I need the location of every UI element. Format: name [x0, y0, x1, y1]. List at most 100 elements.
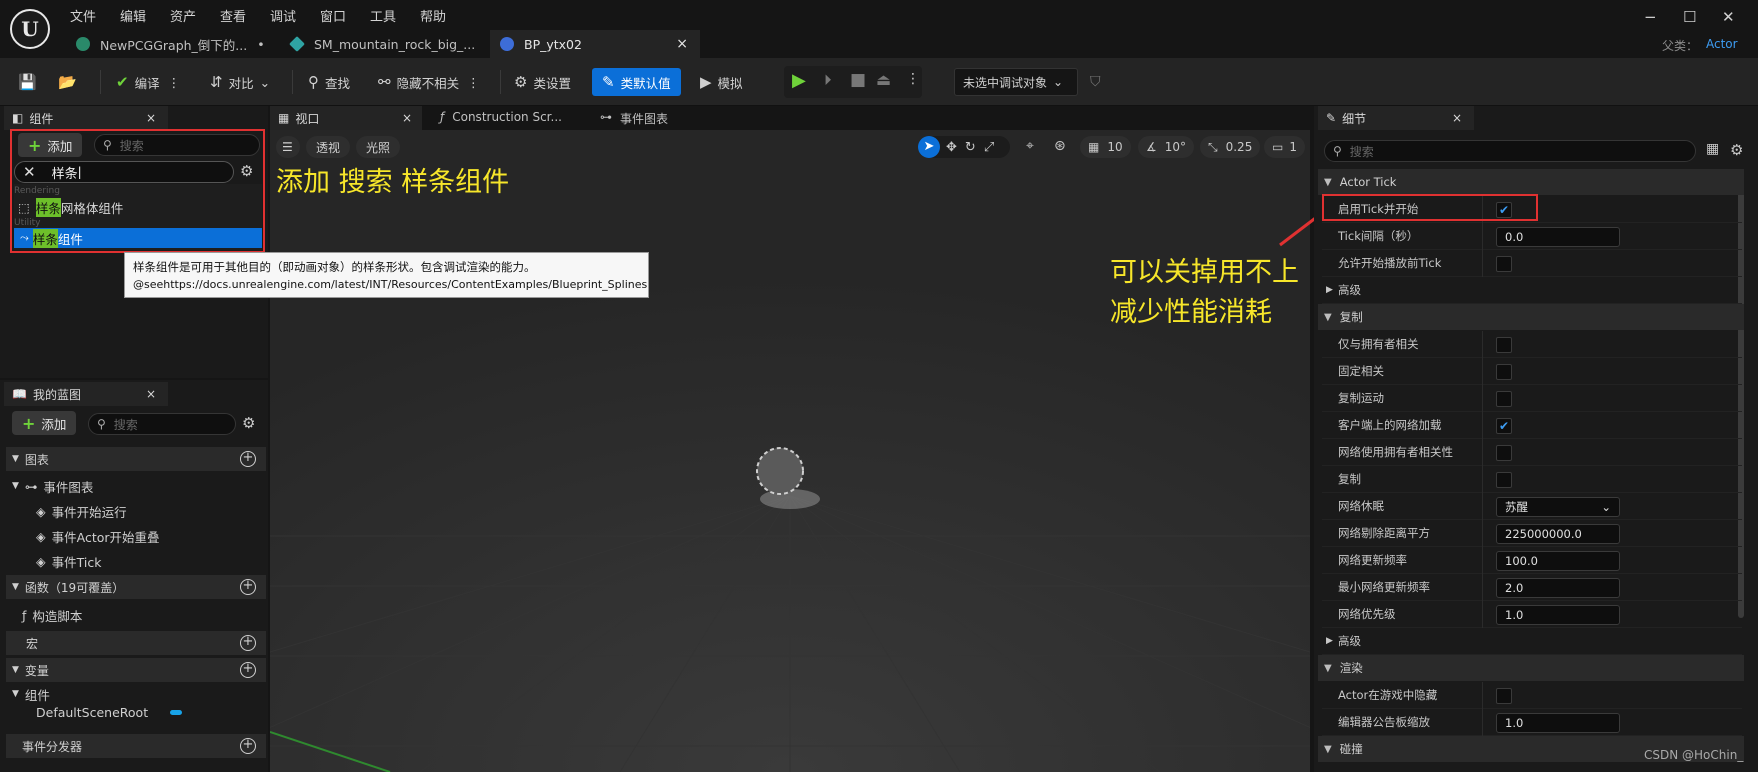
add-variable-icon[interactable]: + [240, 662, 256, 678]
tab-viewport[interactable]: ▦ 视口 × [270, 106, 422, 130]
category-actor-tick[interactable]: ▼ Actor Tick [1318, 169, 1744, 195]
play-options-icon[interactable]: ⋮ [906, 71, 920, 87]
my-blueprint-tab[interactable]: 📖 我的蓝图 × [4, 382, 168, 406]
unreal-logo-icon[interactable]: U [10, 9, 50, 49]
gear-icon[interactable]: ⚙ [1730, 141, 1743, 159]
default-scene-root-variable[interactable]: DefaultSceneRoot [36, 702, 296, 722]
event-dispatchers-category[interactable]: 事件分发器 + [6, 734, 266, 758]
advance-frame-icon[interactable]: ⏵ [824, 71, 832, 89]
my-blueprint-search[interactable]: ⚲ 搜索 [88, 413, 236, 435]
checkbox[interactable] [1496, 391, 1512, 407]
eject-icon[interactable]: ⏏ [876, 70, 891, 89]
find-button[interactable]: ⚲ 查找 [308, 68, 350, 96]
debug-target-dropdown[interactable]: 未选中调试对象 ⌄ [954, 68, 1078, 96]
close-panel-icon[interactable]: × [146, 111, 156, 125]
surface-snap-icon[interactable]: ⊛ [1054, 138, 1066, 154]
lit-button[interactable]: 光照 [356, 136, 401, 158]
advanced-toggle-2[interactable]: ▶ 高级 [1322, 628, 1742, 655]
event-graph-item[interactable]: ▼ ⊶ 事件图表 [6, 474, 266, 498]
variables-category[interactable]: ▼ 变量 + [6, 658, 266, 682]
compile-button[interactable]: ✔ 编译 ⋮ [116, 68, 180, 96]
macros-category[interactable]: 宏 + [6, 631, 266, 655]
grid-snap-button[interactable]: ▦ 10 [1080, 136, 1131, 158]
checkbox[interactable] [1496, 256, 1512, 272]
menu-debug[interactable]: 调试 [270, 6, 320, 25]
class-defaults-button[interactable]: ✎ 类默认值 [592, 68, 681, 96]
menu-window[interactable]: 窗口 [320, 6, 370, 25]
parent-class-link[interactable]: Actor [1706, 37, 1738, 51]
add-graph-icon[interactable]: + [240, 451, 256, 467]
checkbox[interactable] [1496, 445, 1512, 461]
minimize-button[interactable]: − [1644, 8, 1657, 26]
number-input[interactable]: 225000000.0 [1496, 524, 1620, 544]
dormancy-dropdown[interactable]: 苏醒 ⌄ [1496, 497, 1620, 517]
advanced-toggle[interactable]: ▶ 高级 [1322, 277, 1742, 304]
menu-asset[interactable]: 资产 [170, 6, 220, 25]
functions-category[interactable]: ▼ 函数（19可覆盖） + [6, 575, 266, 599]
hide-unrelated-button[interactable]: ⚯ 隐藏不相关 ⋮ [378, 68, 480, 96]
menu-view[interactable]: 查看 [220, 6, 270, 25]
category-rendering[interactable]: ▼ 渲染 [1318, 655, 1744, 681]
checkbox[interactable] [1496, 472, 1512, 488]
event-actor-begin-overlap[interactable]: ◈ 事件Actor开始重叠 [36, 524, 296, 548]
tab-construction-script[interactable]: ƒ Construction Scr... [440, 110, 562, 124]
debug-filter-icon[interactable]: ⛉ [1090, 74, 1101, 90]
add-macro-icon[interactable]: + [240, 635, 256, 651]
details-search[interactable]: ⚲ 搜索 [1324, 140, 1696, 162]
number-input[interactable]: 2.0 [1496, 578, 1620, 598]
checkbox[interactable] [1496, 364, 1512, 380]
class-settings-button[interactable]: ⚙ 类设置 [514, 68, 571, 96]
number-input[interactable]: 0.0 [1496, 227, 1620, 247]
menu-file[interactable]: 文件 [70, 6, 120, 25]
tab-event-graph[interactable]: ⊶ 事件图表 [600, 110, 668, 127]
world-local-icon[interactable]: ⌖ [1026, 138, 1034, 154]
gear-icon[interactable]: ⚙ [242, 414, 255, 432]
translate-tool-icon[interactable]: ✥ [946, 140, 957, 155]
close-panel-icon[interactable]: × [1452, 111, 1462, 125]
close-panel-icon[interactable]: × [146, 387, 156, 401]
add-member-button[interactable]: + 添加 [12, 411, 77, 435]
menu-tools[interactable]: 工具 [370, 6, 420, 25]
close-window-button[interactable]: ✕ [1722, 8, 1735, 26]
save-icon[interactable]: 💾 [18, 68, 43, 96]
event-tick[interactable]: ◈ 事件Tick [36, 549, 296, 573]
menu-edit[interactable]: 编辑 [120, 6, 170, 25]
maximize-button[interactable]: ☐ [1683, 8, 1696, 26]
menu-help[interactable]: 帮助 [420, 6, 470, 25]
tab-static-mesh[interactable]: SM_mountain_rock_big_... [280, 30, 480, 58]
checkbox[interactable] [1496, 337, 1512, 353]
tab-blueprint[interactable]: BP_ytx02 × [490, 30, 700, 58]
select-tool-icon[interactable]: ➤ [918, 136, 940, 158]
close-tab-icon[interactable]: × [676, 36, 688, 52]
rotate-tool-icon[interactable]: ↻ [965, 140, 976, 155]
checkbox-checked[interactable]: ✔ [1496, 418, 1512, 434]
scale-snap-button[interactable]: ⤡ 0.25 [1200, 136, 1261, 158]
close-tab-icon[interactable]: × [402, 111, 412, 125]
details-tab[interactable]: ✎ 细节 × [1318, 106, 1474, 130]
components-tab[interactable]: ◧ 组件 × [4, 106, 168, 130]
tab-pcg-graph[interactable]: NewPCGGraph_倒下的... • [66, 30, 266, 58]
browse-icon[interactable]: 📂 [58, 68, 83, 96]
components-variables-group[interactable]: ▼ 组件 [6, 684, 266, 704]
event-begin-play[interactable]: ◈ 事件开始运行 [36, 499, 296, 523]
rotation-snap-button[interactable]: ∡ 10° [1138, 136, 1195, 158]
graphs-category[interactable]: ▼ 图表 + [6, 447, 266, 471]
stop-icon[interactable]: ■ [850, 70, 866, 90]
diff-button[interactable]: ⇵ 对比 ⌄ [210, 68, 270, 96]
simulate-button[interactable]: ▶ 模拟 [700, 68, 743, 96]
checkbox[interactable] [1496, 688, 1512, 704]
number-input[interactable]: 1.0 [1496, 605, 1620, 625]
viewport-area[interactable] [270, 106, 1310, 772]
construction-script-item[interactable]: ƒ 构造脚本 [22, 603, 282, 627]
viewport-menu-button[interactable]: ☰ [276, 136, 300, 158]
camera-speed-button[interactable]: ▭ 1 [1264, 136, 1305, 158]
number-input[interactable]: 1.0 [1496, 713, 1620, 733]
add-dispatcher-icon[interactable]: + [240, 738, 256, 754]
category-replication[interactable]: ▼ 复制 [1318, 304, 1744, 330]
perspective-button[interactable]: 透视 [306, 136, 351, 158]
scale-tool-icon[interactable]: ⤢ [984, 140, 994, 155]
play-icon[interactable]: ▶ [792, 70, 806, 91]
add-function-icon[interactable]: + [240, 579, 256, 595]
property-matrix-icon[interactable]: ▦ [1706, 141, 1719, 157]
number-input[interactable]: 100.0 [1496, 551, 1620, 571]
